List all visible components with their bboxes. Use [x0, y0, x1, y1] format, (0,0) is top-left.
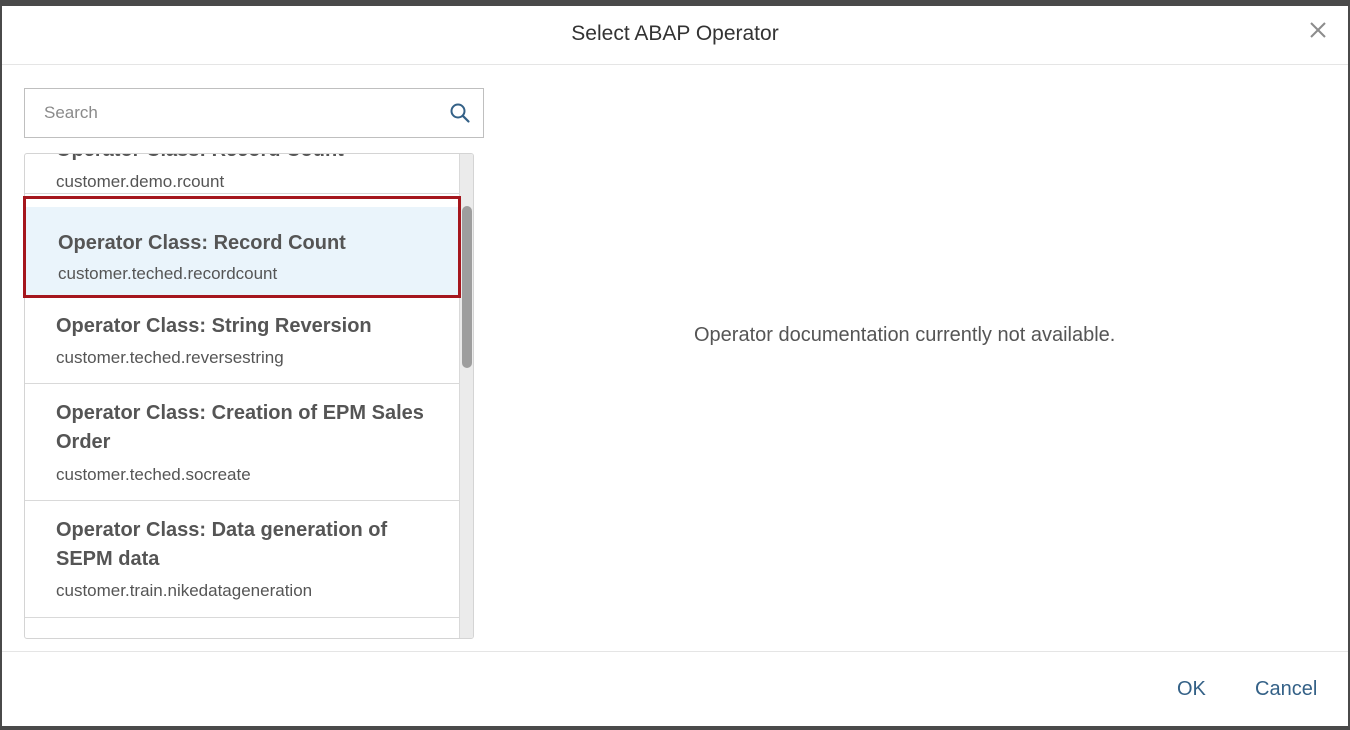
dialog-header: Select ABAP Operator [2, 6, 1348, 65]
ok-button[interactable]: OK [1177, 678, 1206, 701]
item-subtitle: customer.train.nikedatageneration [56, 581, 313, 600]
item-subtitle: customer.teched.socreate [56, 465, 251, 484]
item-subtitle: customer.teched.reversestring [56, 348, 284, 367]
item-subtitle: customer.teched.recordcount [58, 264, 278, 283]
list-item[interactable]: Operator Class: Record Count customer.de… [25, 154, 459, 194]
search-icon[interactable] [449, 102, 471, 124]
list-item-selected[interactable]: Operator Class: Record Count customer.te… [25, 207, 459, 297]
item-title: Operator Class: String Reversion [56, 315, 372, 337]
list-item[interactable]: Operator Class: String Reversion custome… [25, 297, 459, 384]
select-operator-dialog: Select ABAP Operator Operator Class: Rec… [2, 6, 1348, 726]
item-title: Operator Class: Data generation of SEPM … [56, 519, 388, 570]
operator-list: Operator Class: Record Count customer.de… [24, 153, 474, 639]
list-item[interactable]: Operator Class: Creation of EPM Sales Or… [25, 384, 459, 501]
list-item[interactable]: Operator Class: Data generation of SEPM … [25, 501, 459, 618]
close-icon[interactable] [1306, 18, 1330, 42]
dialog-title: Select ABAP Operator [571, 22, 779, 45]
operator-list-items: Operator Class: Record Count customer.de… [25, 154, 459, 638]
list-scrollbar[interactable] [459, 154, 473, 638]
item-title: Operator Class: Record Count [56, 154, 445, 165]
cancel-button[interactable]: Cancel [1255, 678, 1317, 701]
search-input[interactable] [25, 89, 435, 137]
scrollbar-thumb[interactable] [462, 206, 472, 368]
documentation-message: Operator documentation currently not ava… [694, 324, 1116, 346]
dialog-footer: OK Cancel [2, 651, 1348, 726]
search-field [24, 88, 484, 138]
item-title: Operator Class: Creation of EPM Sales Or… [56, 402, 424, 453]
item-subtitle: customer.demo.rcount [56, 172, 225, 191]
item-title: Operator Class: Record Count [58, 232, 346, 254]
